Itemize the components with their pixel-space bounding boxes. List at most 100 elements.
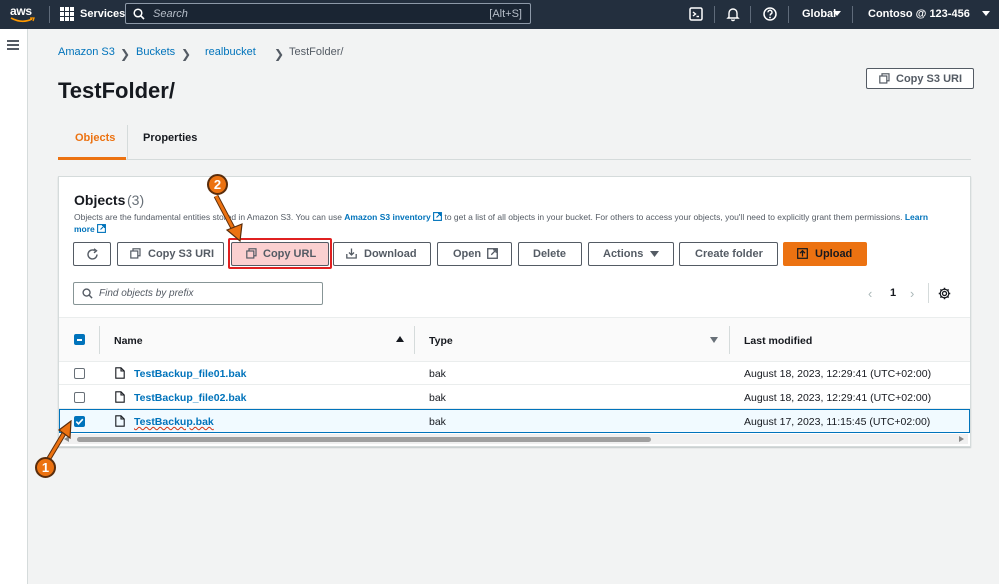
object-last-modified: August 17, 2023, 11:15:45 (UTC+02:00) [744, 416, 931, 428]
tabs-baseline [58, 159, 971, 160]
sort-ascending-icon[interactable] [396, 336, 404, 342]
breadcrumb-buckets[interactable]: Buckets [136, 46, 175, 58]
file-icon [115, 415, 125, 427]
objects-panel-title: Objects [74, 192, 126, 208]
tab-divider [127, 125, 128, 160]
description-text-continued: to get a list of all objects in your buc… [442, 212, 903, 222]
external-link-icon [487, 248, 498, 259]
delete-button[interactable]: Delete [518, 242, 582, 266]
nav-separator [852, 6, 853, 23]
upload-label: Upload [815, 248, 853, 260]
breadcrumb-chevron-icon: ❯ [120, 47, 131, 61]
scrollbar-thumb[interactable] [77, 437, 651, 442]
object-name-link[interactable]: TestBackup_file02.bak [134, 392, 246, 404]
actions-dropdown[interactable]: Actions [588, 242, 674, 266]
find-objects-placeholder: Find objects by prefix [99, 288, 194, 299]
hamburger-menu-icon[interactable] [7, 40, 19, 50]
actions-label: Actions [603, 248, 644, 260]
external-link-icon [97, 224, 107, 233]
copy-icon [879, 73, 890, 84]
column-header-last-modified[interactable]: Last modified [744, 335, 812, 347]
horizontal-scrollbar[interactable] [61, 434, 968, 444]
s3-inventory-link[interactable]: Amazon S3 inventory [344, 212, 430, 222]
step2-arrow-icon [213, 194, 243, 243]
object-last-modified: August 18, 2023, 12:29:41 (UTC+02:00) [744, 392, 932, 404]
notifications-bell-icon[interactable] [725, 6, 741, 22]
search-shortcut-hint: [Alt+S] [489, 8, 522, 20]
find-objects-input[interactable]: Find objects by prefix [73, 282, 323, 305]
gear-icon[interactable] [938, 287, 951, 300]
object-type: bak [429, 416, 446, 428]
column-separator [729, 326, 730, 354]
copy-s3-uri-toolbar-button[interactable]: Copy S3 URI [117, 242, 224, 266]
nav-separator [714, 6, 715, 23]
breadcrumb-bucket[interactable]: realbucket [205, 46, 256, 58]
column-header-name[interactable]: Name [114, 335, 143, 347]
pager-separator [928, 283, 929, 303]
file-icon [115, 367, 125, 379]
row-checkbox[interactable] [74, 368, 85, 379]
refresh-button[interactable] [73, 242, 111, 266]
checkmark-icon [75, 418, 84, 425]
download-icon [346, 248, 357, 259]
previous-page-icon[interactable]: ‹ [868, 286, 872, 301]
breadcrumb-amazon-s3[interactable]: Amazon S3 [58, 46, 115, 58]
object-name-link[interactable]: TestBackup_file01.bak [134, 368, 246, 380]
table-header [59, 317, 970, 362]
aws-logo-text: aws [10, 4, 32, 18]
external-link-icon [433, 212, 443, 221]
scroll-right-arrow-icon[interactable] [959, 436, 964, 442]
refresh-icon [87, 248, 98, 260]
description-text: Objects are the fundamental entities sto… [74, 212, 345, 222]
copy-s3-uri-button[interactable]: Copy S3 URI [866, 68, 974, 89]
nav-separator [788, 6, 789, 23]
upload-button[interactable]: Upload [783, 242, 867, 266]
step-2-badge: 2 [207, 174, 228, 195]
object-type: bak [429, 392, 446, 404]
region-selector[interactable]: Global [802, 8, 836, 20]
column-separator [99, 326, 100, 354]
download-label: Download [364, 248, 417, 260]
objects-panel-description: Objects are the fundamental entities sto… [74, 211, 934, 235]
object-type: bak [429, 368, 446, 380]
aws-smile-icon [10, 17, 35, 23]
next-page-icon[interactable]: › [910, 286, 914, 301]
current-page-number[interactable]: 1 [890, 287, 896, 299]
column-header-type[interactable]: Type [429, 335, 453, 347]
step-1-badge: 1 [35, 457, 56, 478]
file-icon [115, 391, 125, 403]
object-last-modified: August 18, 2023, 12:29:41 (UTC+02:00) [744, 368, 932, 380]
help-icon[interactable] [762, 6, 778, 22]
services-menu[interactable]: Services [80, 8, 125, 20]
search-placeholder: Search [153, 8, 188, 20]
download-button[interactable]: Download [333, 242, 431, 266]
create-folder-label: Create folder [695, 248, 763, 260]
breadcrumb-chevron-icon: ❯ [274, 47, 285, 61]
copy-s3-uri-toolbar-label: Copy S3 URI [148, 248, 215, 260]
account-menu[interactable]: Contoso @ 123-456 [868, 8, 970, 20]
upload-icon [797, 248, 808, 259]
column-separator [414, 326, 415, 354]
account-caret-icon [982, 11, 990, 16]
tab-properties[interactable]: Properties [143, 132, 197, 144]
row-checkbox[interactable] [74, 392, 85, 403]
object-name-link[interactable]: TestBackup.bak [134, 416, 214, 428]
global-search-input[interactable]: Search [Alt+S] [125, 3, 531, 24]
create-folder-button[interactable]: Create folder [679, 242, 778, 266]
cloudshell-icon[interactable] [688, 6, 704, 22]
select-all-checkbox[interactable] [74, 334, 85, 345]
breadcrumb-chevron-icon: ❯ [181, 47, 192, 61]
side-navigation-rail [0, 29, 28, 584]
open-button[interactable]: Open [437, 242, 512, 266]
open-label: Open [453, 248, 482, 260]
top-navigation-bar: aws Services Search [Alt+S] Global Conto… [0, 0, 999, 29]
page-title: TestFolder/ [58, 78, 175, 103]
region-caret-icon [833, 11, 841, 16]
search-icon [133, 8, 145, 20]
aws-logo[interactable]: aws [10, 4, 38, 24]
services-grid-icon[interactable] [60, 7, 74, 21]
active-tab-underline [58, 157, 126, 160]
tab-objects[interactable]: Objects [75, 132, 115, 144]
row-checkbox-checked[interactable] [74, 416, 85, 427]
sort-descending-icon[interactable] [710, 337, 718, 343]
